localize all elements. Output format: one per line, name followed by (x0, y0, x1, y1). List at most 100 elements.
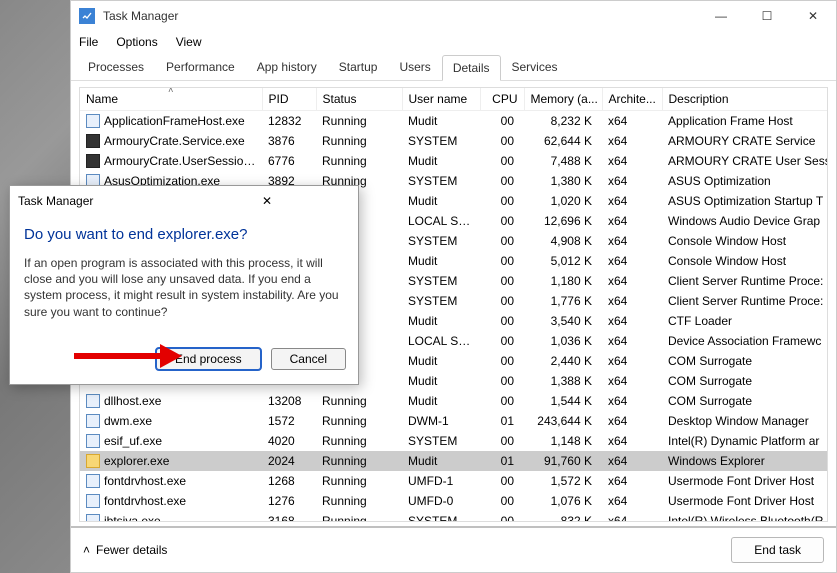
cell-user: Mudit (402, 311, 480, 331)
cell-name: ArmouryCrate.Service.exe (80, 131, 262, 151)
col-user[interactable]: User name (402, 88, 480, 111)
title-bar[interactable]: Task Manager — ☐ ✕ (71, 1, 836, 31)
col-name[interactable]: Name (80, 88, 262, 111)
cell-name: ibtsiva.exe (80, 511, 262, 523)
cell-arch: x64 (602, 511, 662, 523)
cell-pid: 1268 (262, 471, 316, 491)
cell-pid: 1276 (262, 491, 316, 511)
cell-status: Running (316, 151, 402, 171)
menu-bar: File Options View (71, 31, 836, 53)
dialog-headline: Do you want to end explorer.exe? (24, 226, 344, 243)
end-task-button[interactable]: End task (731, 537, 824, 563)
cell-cpu: 00 (480, 491, 524, 511)
table-row[interactable]: explorer.exe2024RunningMudit0191,760 Kx6… (80, 451, 828, 471)
cell-cpu: 00 (480, 131, 524, 151)
cell-name: esif_uf.exe (80, 431, 262, 451)
cell-desc: Intel(R) Wireless Bluetooth(R (662, 511, 828, 523)
tab-performance[interactable]: Performance (155, 54, 246, 80)
cell-cpu: 01 (480, 451, 524, 471)
maximize-button[interactable]: ☐ (744, 1, 790, 31)
col-cpu[interactable]: CPU (480, 88, 524, 111)
end-process-button[interactable]: End process (156, 348, 261, 370)
cell-status: Running (316, 131, 402, 151)
cell-user: LOCAL SE... (402, 211, 480, 231)
menu-view[interactable]: View (176, 35, 202, 49)
table-row[interactable]: dwm.exe1572RunningDWM-101243,644 Kx64Des… (80, 411, 828, 431)
tab-app-history[interactable]: App history (246, 54, 328, 80)
col-pid[interactable]: PID (262, 88, 316, 111)
cell-memory: 1,180 K (524, 271, 602, 291)
cell-arch: x64 (602, 111, 662, 131)
cell-cpu: 00 (480, 191, 524, 211)
tab-processes[interactable]: Processes (77, 54, 155, 80)
cell-desc: Desktop Window Manager (662, 411, 828, 431)
process-icon (86, 114, 100, 128)
cell-memory: 8,232 K (524, 111, 602, 131)
cell-arch: x64 (602, 371, 662, 391)
cell-desc: Console Window Host (662, 231, 828, 251)
dialog-title-bar[interactable]: Task Manager ✕ (10, 186, 358, 216)
close-button[interactable]: ✕ (790, 1, 836, 31)
cell-cpu: 00 (480, 511, 524, 523)
cell-desc: COM Surrogate (662, 391, 828, 411)
process-icon (86, 414, 100, 428)
tab-services[interactable]: Services (501, 54, 569, 80)
table-row[interactable]: esif_uf.exe4020RunningSYSTEM001,148 Kx64… (80, 431, 828, 451)
table-row[interactable]: ApplicationFrameHost.exe12832RunningMudi… (80, 111, 828, 131)
cell-arch: x64 (602, 251, 662, 271)
cell-user: Mudit (402, 391, 480, 411)
tab-startup[interactable]: Startup (328, 54, 389, 80)
cell-user: SYSTEM (402, 131, 480, 151)
cell-status: Running (316, 471, 402, 491)
cell-memory: 5,012 K (524, 251, 602, 271)
cancel-button[interactable]: Cancel (271, 348, 346, 370)
table-row[interactable]: ArmouryCrate.Service.exe3876RunningSYSTE… (80, 131, 828, 151)
cell-cpu: 00 (480, 431, 524, 451)
minimize-button[interactable]: — (698, 1, 744, 31)
cell-memory: 3,540 K (524, 311, 602, 331)
fewer-details-toggle[interactable]: ˄ Fewer details (83, 543, 167, 557)
cell-memory: 1,388 K (524, 371, 602, 391)
cell-memory: 1,544 K (524, 391, 602, 411)
cell-desc: Windows Audio Device Grap (662, 211, 828, 231)
cell-cpu: 00 (480, 151, 524, 171)
process-icon (86, 394, 100, 408)
table-row[interactable]: fontdrvhost.exe1268RunningUMFD-1001,572 … (80, 471, 828, 491)
cell-pid: 4020 (262, 431, 316, 451)
cell-cpu: 00 (480, 171, 524, 191)
dialog-close-button[interactable]: ✕ (184, 194, 350, 208)
tab-details[interactable]: Details (442, 55, 501, 81)
cell-desc: ASUS Optimization (662, 171, 828, 191)
cell-memory: 91,760 K (524, 451, 602, 471)
cell-arch: x64 (602, 331, 662, 351)
tab-users[interactable]: Users (388, 54, 441, 80)
cell-user: LOCAL SE... (402, 331, 480, 351)
cell-pid: 1572 (262, 411, 316, 431)
cell-desc: ASUS Optimization Startup T (662, 191, 828, 211)
tab-bar: Processes Performance App history Startu… (71, 53, 836, 81)
cell-memory: 243,644 K (524, 411, 602, 431)
col-description[interactable]: Description (662, 88, 828, 111)
process-icon (86, 154, 100, 168)
cell-user: SYSTEM (402, 431, 480, 451)
cell-desc: Usermode Font Driver Host (662, 471, 828, 491)
table-row[interactable]: ArmouryCrate.UserSessionH...6776RunningM… (80, 151, 828, 171)
table-row[interactable]: dllhost.exe13208RunningMudit001,544 Kx64… (80, 391, 828, 411)
process-icon (86, 134, 100, 148)
process-icon (86, 454, 100, 468)
cell-name: ApplicationFrameHost.exe (80, 111, 262, 131)
col-memory[interactable]: Memory (a... (524, 88, 602, 111)
table-row[interactable]: ibtsiva.exe3168RunningSYSTEM00832 Kx64In… (80, 511, 828, 523)
col-arch[interactable]: Archite... (602, 88, 662, 111)
menu-file[interactable]: File (79, 35, 98, 49)
col-status[interactable]: Status (316, 88, 402, 111)
cell-arch: x64 (602, 411, 662, 431)
cell-user: Mudit (402, 251, 480, 271)
cell-cpu: 00 (480, 331, 524, 351)
cell-pid: 3876 (262, 131, 316, 151)
table-row[interactable]: fontdrvhost.exe1276RunningUMFD-0001,076 … (80, 491, 828, 511)
cell-arch: x64 (602, 151, 662, 171)
menu-options[interactable]: Options (116, 35, 157, 49)
cell-user: SYSTEM (402, 231, 480, 251)
cell-cpu: 01 (480, 411, 524, 431)
